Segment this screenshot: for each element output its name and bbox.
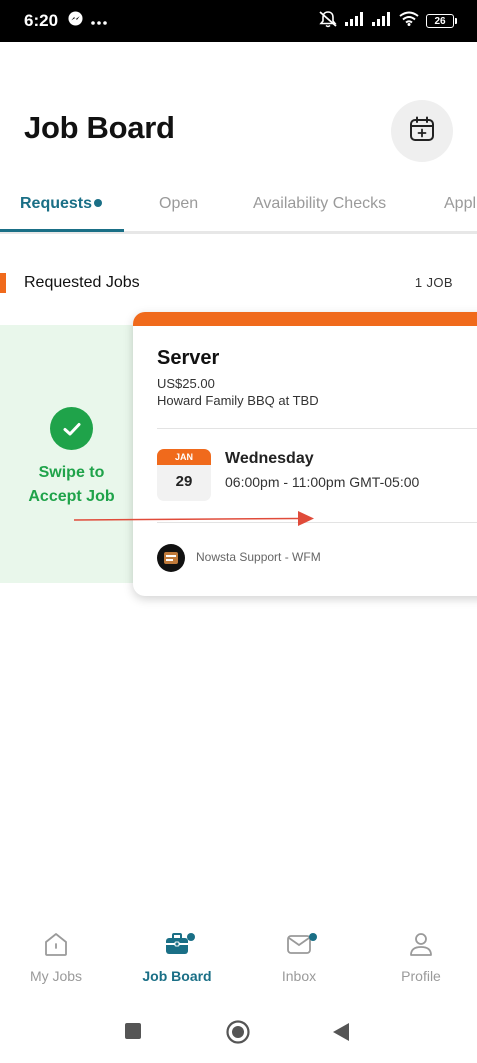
nav-inbox[interactable]: Inbox [244, 920, 354, 992]
messenger-icon [68, 11, 83, 31]
tab-requests-dot [94, 199, 102, 207]
date-badge: JAN 29 [157, 449, 211, 501]
bottom-nav: My Jobs Job Board Inbox Profile [0, 920, 477, 1000]
job-location: Howard Family BBQ at TBD [157, 393, 319, 408]
tab-applied[interactable]: Appl [444, 195, 476, 213]
recent-apps-icon[interactable] [124, 1022, 142, 1045]
battery-level: 26 [426, 14, 454, 28]
nav-job-board[interactable]: Job Board [122, 920, 232, 992]
date-day: 29 [175, 473, 193, 490]
system-nav [0, 1008, 477, 1063]
tab-open[interactable]: Open [159, 195, 198, 213]
check-icon [50, 407, 93, 450]
active-tab-indicator [0, 229, 124, 232]
tab-requests[interactable]: Requests [20, 195, 92, 213]
swipe-accept-line1: Swipe to [38, 464, 105, 481]
job-role: Server [157, 347, 220, 369]
company-avatar [157, 544, 185, 572]
nav-label: Job Board [142, 968, 212, 984]
more-dots-icon [91, 12, 107, 30]
status-right-icons: 26 [318, 10, 457, 33]
status-bar: 6:20 26 [0, 0, 477, 42]
swipe-accept-label: Swipe to Accept Job [0, 461, 143, 509]
swipe-accept-area [0, 325, 150, 583]
swipe-accept-line2: Accept Job [28, 488, 115, 505]
nav-my-jobs[interactable]: My Jobs [1, 920, 111, 992]
job-card[interactable]: Server US$25.00 Howard Family BBQ at TBD… [133, 312, 477, 596]
date-month: JAN [157, 449, 211, 465]
company-name: Nowsta Support - WFM [196, 550, 321, 564]
job-time: 06:00pm - 11:00pm GMT-05:00 [225, 474, 420, 490]
signal-icon [345, 11, 365, 31]
nav-job-board-dot [187, 933, 195, 941]
divider [157, 428, 477, 429]
person-icon [407, 930, 435, 958]
app-screen: 6:20 26 Job Board Requests Open Availabi… [0, 0, 477, 1063]
nav-inbox-dot [309, 933, 317, 941]
job-pay: US$25.00 [157, 376, 215, 391]
mute-icon [318, 10, 338, 33]
section-accent-bar [0, 273, 6, 293]
nav-label: Inbox [281, 968, 317, 984]
back-icon[interactable] [332, 1022, 350, 1047]
nav-label: My Jobs [29, 968, 83, 984]
job-weekday: Wednesday [225, 450, 314, 467]
section-title: Requested Jobs [24, 274, 140, 291]
tab-availability-checks[interactable]: Availability Checks [253, 195, 386, 213]
battery-icon: 26 [426, 14, 457, 28]
card-status-bar [133, 312, 477, 326]
calendar-add-button[interactable] [391, 100, 453, 162]
page-title: Job Board [24, 110, 175, 145]
job-count: 1 JOB [414, 275, 453, 290]
swipe-arrow-icon [74, 511, 314, 526]
status-time: 6:20 [24, 11, 59, 30]
signal-icon [372, 11, 392, 31]
calendar-add-icon [409, 116, 435, 147]
status-left-icons [68, 11, 107, 31]
home-button-icon[interactable] [226, 1020, 250, 1049]
tab-bar: Requests Open Availability Checks Appl [0, 186, 477, 234]
home-icon [42, 930, 70, 958]
nav-profile[interactable]: Profile [366, 920, 476, 992]
wifi-icon [399, 11, 419, 31]
nav-label: Profile [401, 968, 441, 984]
